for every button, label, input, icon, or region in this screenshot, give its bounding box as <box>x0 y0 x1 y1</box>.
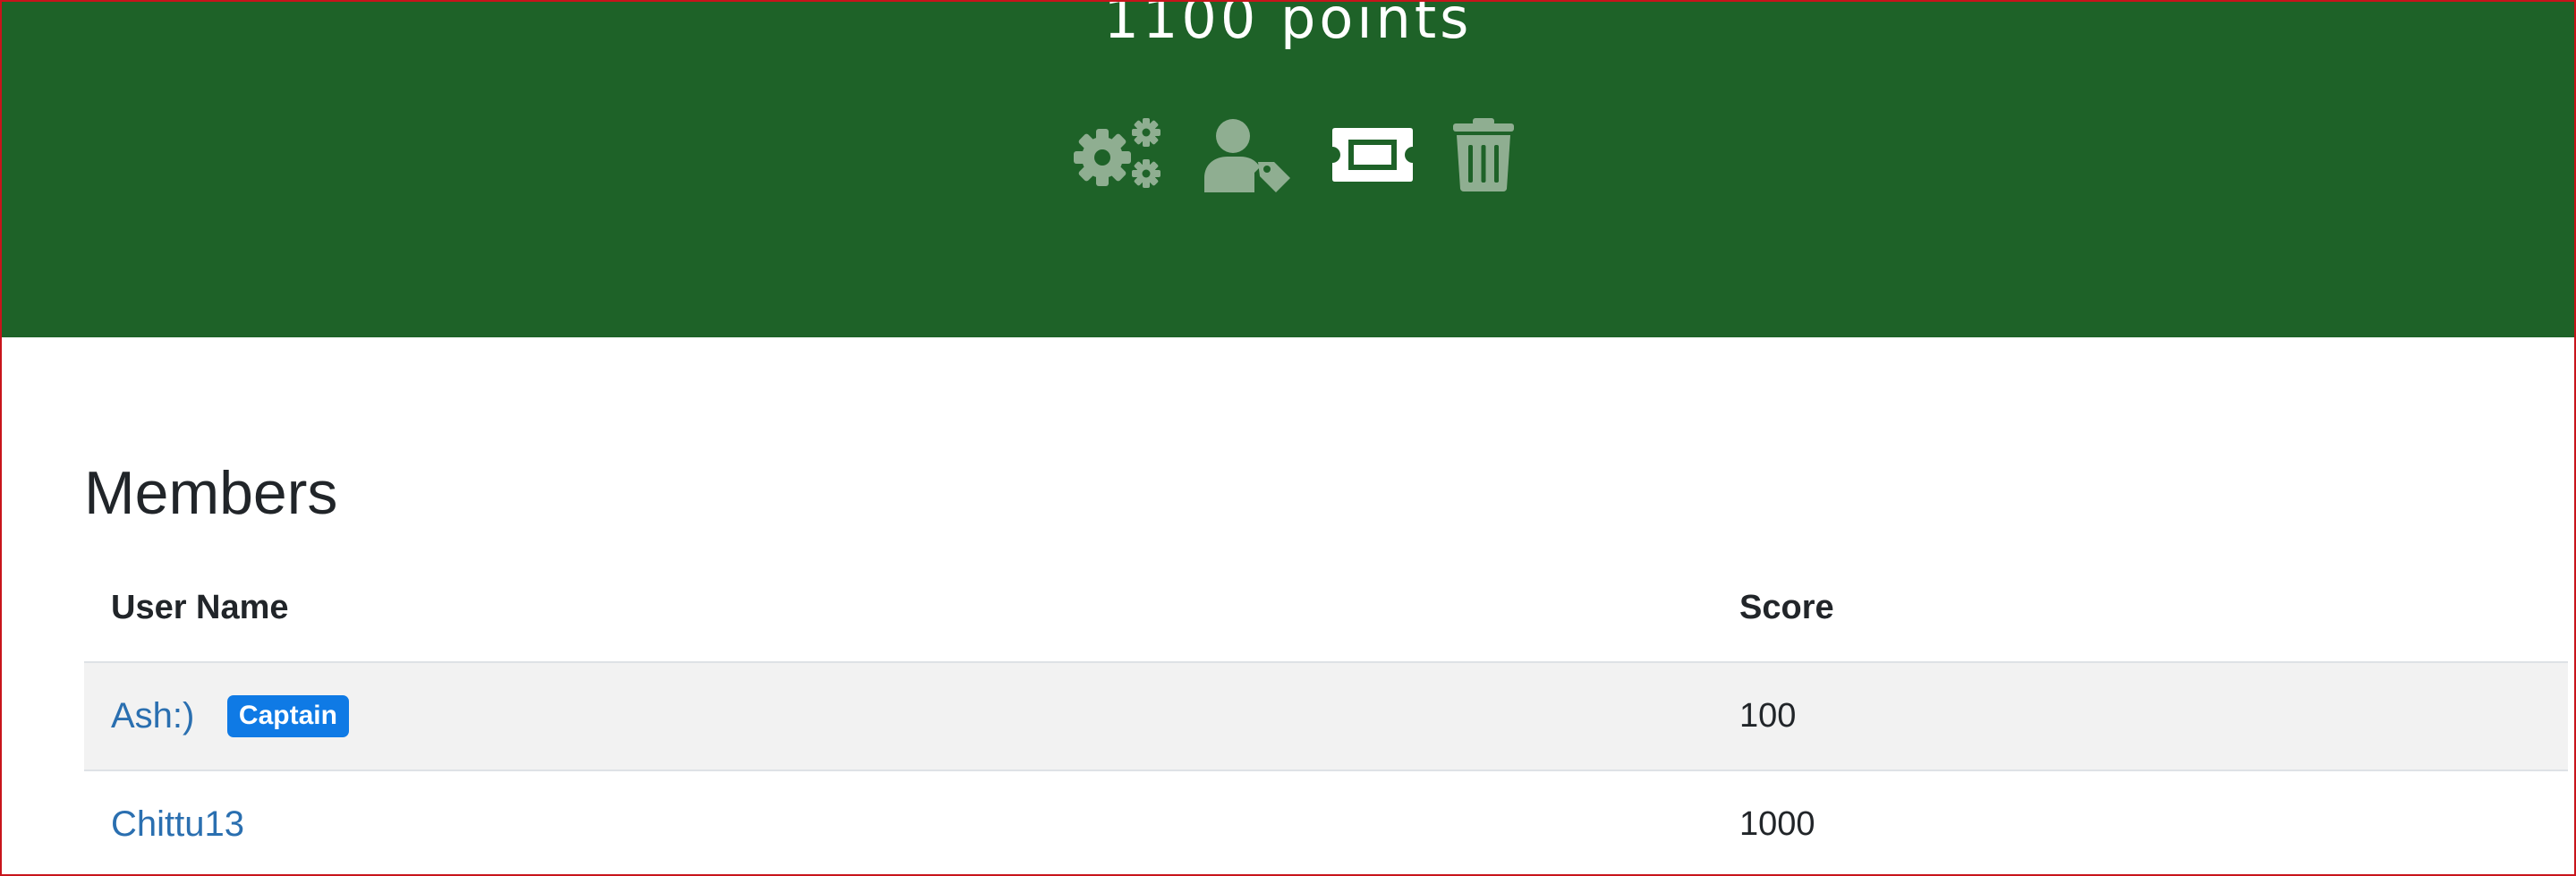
captain-badge: Captain <box>226 695 349 737</box>
members-heading: Members <box>84 459 338 527</box>
team-banner: 1100 points <box>2 2 2574 337</box>
members-table: User Name Score Ash:) Captain 100 Chittu… <box>84 554 2568 874</box>
member-score: 100 <box>1713 662 2568 771</box>
member-name-cell: Ash:) Captain <box>84 662 1713 771</box>
member-score: 1000 <box>1713 770 2568 874</box>
column-header-user-name: User Name <box>84 554 1713 663</box>
page-frame: 1100 points Members User Name Score Ash:… <box>0 0 2576 876</box>
member-link[interactable]: Chittu13 <box>111 804 244 844</box>
table-row: Chittu13 1000 <box>84 770 2568 874</box>
table-row: Ash:) Captain 100 <box>84 662 2568 771</box>
ticket-button[interactable] <box>1330 125 1416 184</box>
member-link[interactable]: Ash:) <box>111 696 194 736</box>
user-tag-icon <box>1203 119 1290 192</box>
trash-icon <box>1452 118 1514 191</box>
settings-button[interactable] <box>1072 117 1165 192</box>
table-header-row: User Name Score <box>84 554 2568 663</box>
gears-icon <box>1073 118 1160 188</box>
ticket-icon <box>1331 128 1413 182</box>
delete-team-button[interactable] <box>1451 117 1516 192</box>
team-actions-toolbar <box>2 116 2574 193</box>
team-points: 1100 points <box>1103 0 1473 51</box>
column-header-score: Score <box>1713 554 2568 663</box>
assign-captain-button[interactable] <box>1201 117 1294 192</box>
member-name-cell: Chittu13 <box>84 770 1713 874</box>
